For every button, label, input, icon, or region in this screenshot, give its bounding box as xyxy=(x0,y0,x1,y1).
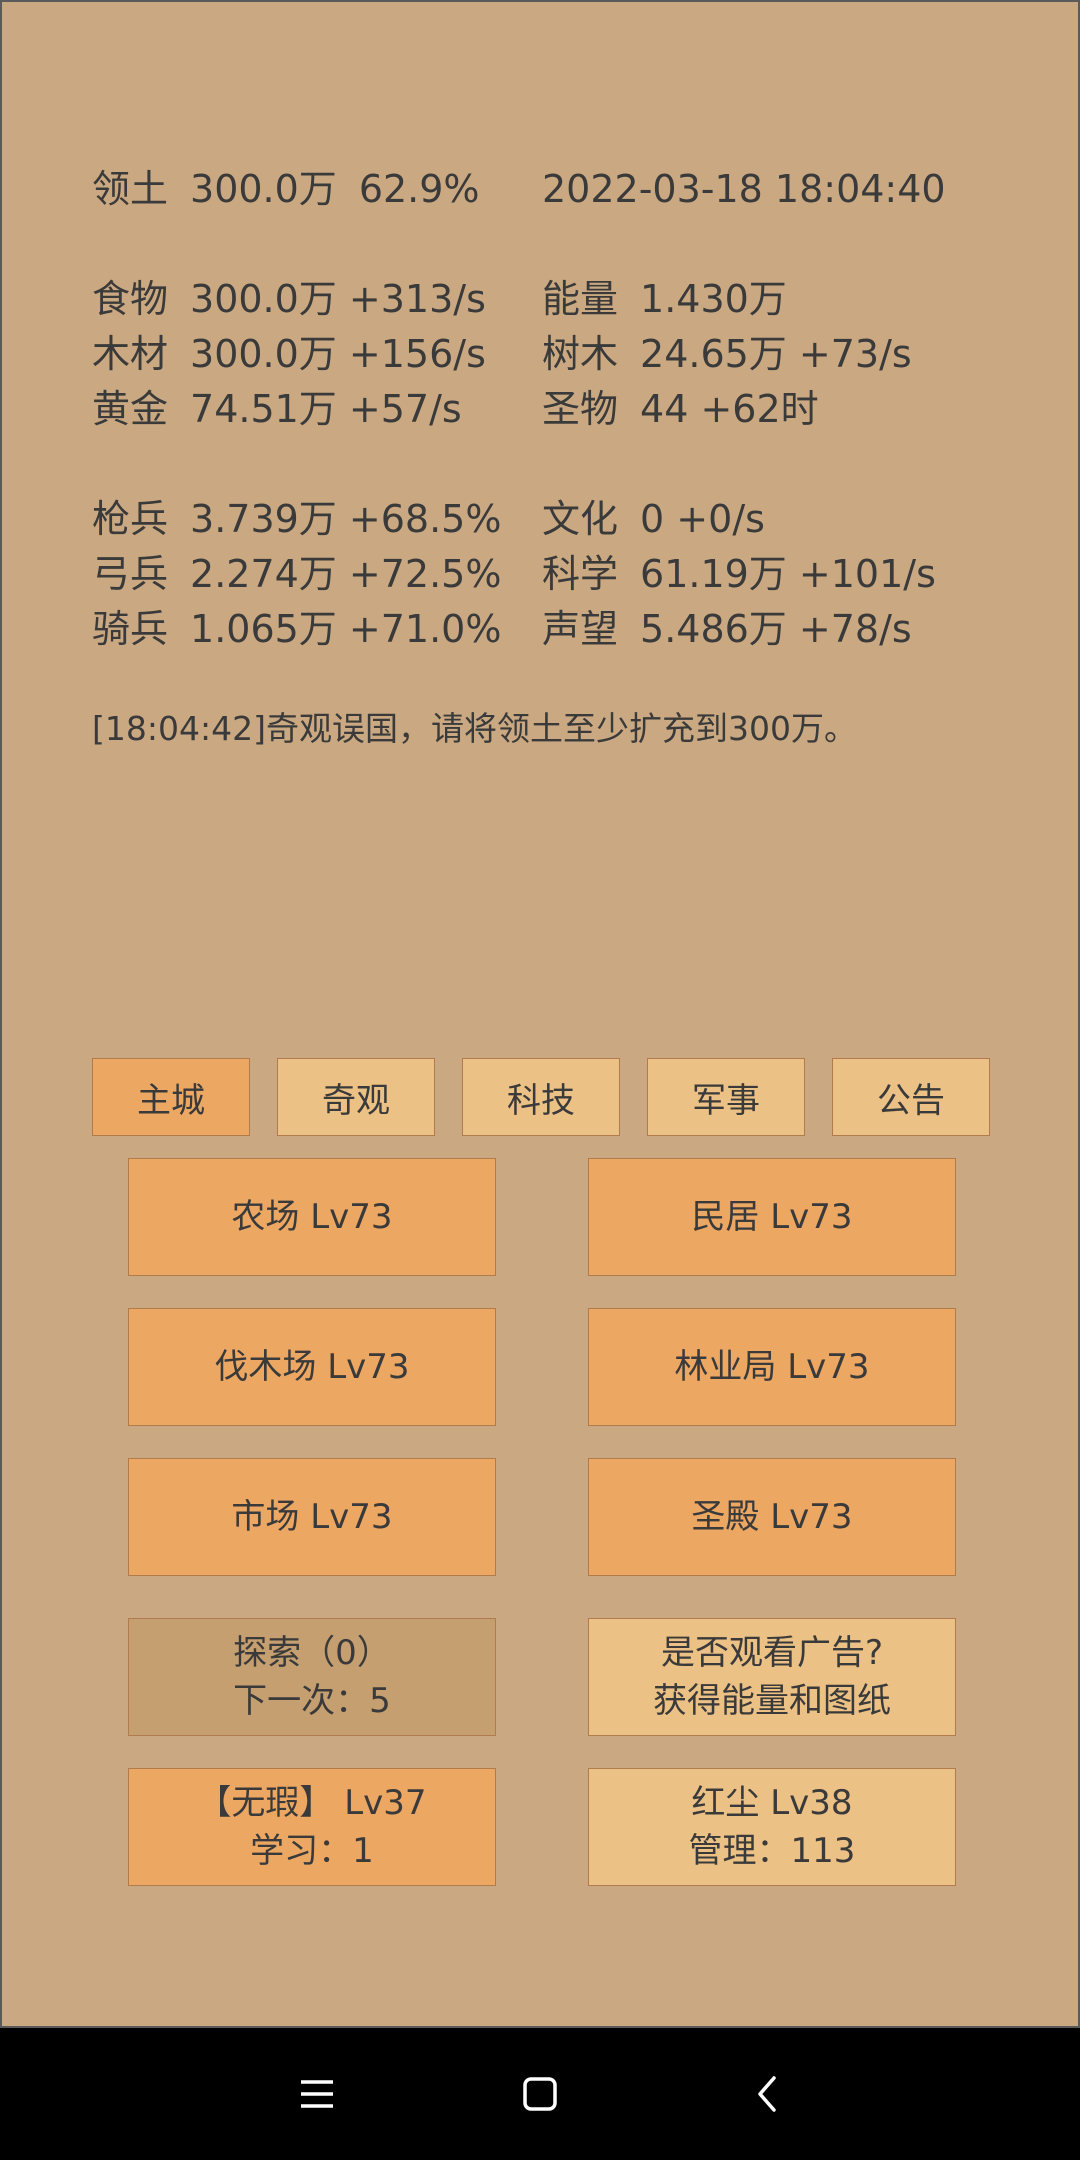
housing-label: 民居 Lv73 xyxy=(691,1197,853,1237)
stat-label: 声望 xyxy=(542,607,619,651)
resource-rate: +57/s xyxy=(348,387,462,431)
resource-value: 300.0万 xyxy=(190,277,337,321)
explore-button[interactable]: 探索（0） 下一次：5 xyxy=(128,1618,496,1736)
market-label: 市场 Lv73 xyxy=(231,1497,393,1537)
ad-reward: 获得能量和图纸 xyxy=(653,1681,891,1721)
menu-icon[interactable] xyxy=(287,2064,347,2124)
tab-announcements[interactable]: 公告 xyxy=(832,1058,990,1136)
tab-wonders[interactable]: 奇观 xyxy=(277,1058,435,1136)
ad-question: 是否观看广告? xyxy=(660,1633,884,1673)
military-label: 枪兵 xyxy=(92,497,169,541)
farm-button[interactable]: 农场 Lv73 xyxy=(128,1158,496,1276)
resource-value: 74.51万 xyxy=(190,387,337,431)
military-archers: 弓兵 2.274万 +72.5% xyxy=(92,549,501,599)
temple-button[interactable]: 圣殿 Lv73 xyxy=(588,1458,956,1576)
farm-label: 农场 Lv73 xyxy=(231,1197,393,1237)
territory-row: 领土 300.0万 62.9% xyxy=(92,164,480,214)
hero-name: 红尘 Lv38 xyxy=(691,1783,853,1823)
stat-label: 科学 xyxy=(542,552,619,596)
tab-main-city[interactable]: 主城 xyxy=(92,1058,250,1136)
system-navbar xyxy=(0,2028,1080,2160)
resource-gold: 黄金 74.51万 +57/s xyxy=(92,384,462,434)
resource-rate: +73/s xyxy=(798,332,912,376)
resource-label: 能量 xyxy=(542,277,619,321)
resource-value: 24.65万 xyxy=(640,332,787,376)
resource-label: 圣物 xyxy=(542,387,619,431)
military-cavalry: 骑兵 1.065万 +71.0% xyxy=(92,604,501,654)
resource-rate: +156/s xyxy=(348,332,486,376)
explore-count: 探索（0） xyxy=(233,1633,391,1673)
resource-label: 黄金 xyxy=(92,387,169,431)
military-label: 骑兵 xyxy=(92,607,169,651)
military-spearmen: 枪兵 3.739万 +68.5% xyxy=(92,494,501,544)
stat-value: 0 xyxy=(640,497,665,541)
back-icon[interactable] xyxy=(738,2064,798,2124)
market-button[interactable]: 市场 Lv73 xyxy=(128,1458,496,1576)
stat-culture: 文化 0 +0/s xyxy=(542,494,765,544)
military-rate: +71.0% xyxy=(348,607,502,651)
resource-food: 食物 300.0万 +313/s xyxy=(92,274,486,324)
military-value: 2.274万 xyxy=(190,552,337,596)
datetime: 2022-03-18 18:04:40 xyxy=(542,167,946,211)
hero-stat: 管理：113 xyxy=(688,1831,856,1871)
resource-label: 树木 xyxy=(542,332,619,376)
resource-rate: +62时 xyxy=(700,387,819,431)
stat-science: 科学 61.19万 +101/s xyxy=(542,549,936,599)
resource-wood: 木材 300.0万 +156/s xyxy=(92,329,486,379)
stat-label: 文化 xyxy=(542,497,619,541)
forestry-bureau-button[interactable]: 林业局 Lv73 xyxy=(588,1308,956,1426)
resource-rate: +313/s xyxy=(348,277,486,321)
lumber-mill-button[interactable]: 伐木场 Lv73 xyxy=(128,1308,496,1426)
stat-rate: +0/s xyxy=(676,497,765,541)
territory-label: 领土 xyxy=(92,167,169,211)
territory-percent: 62.9% xyxy=(358,167,480,211)
military-rate: +68.5% xyxy=(348,497,502,541)
tab-bar: 主城 奇观 科技 军事 公告 xyxy=(92,1058,992,1136)
forestry-bureau-label: 林业局 Lv73 xyxy=(674,1347,870,1387)
home-icon[interactable] xyxy=(510,2064,570,2124)
game-screen: 领土 300.0万 62.9% 2022-03-18 18:04:40 食物 300.… xyxy=(0,0,1080,2028)
tab-technology[interactable]: 科技 xyxy=(462,1058,620,1136)
resource-value: 44 xyxy=(640,387,689,431)
temple-label: 圣殿 Lv73 xyxy=(691,1497,853,1537)
hero-name: 【无瑕】 Lv37 xyxy=(197,1783,427,1823)
resource-label: 木材 xyxy=(92,332,169,376)
resource-energy: 能量 1.430万 xyxy=(542,274,799,324)
resource-value: 1.430万 xyxy=(640,277,787,321)
stat-rate: +101/s xyxy=(798,552,936,596)
stat-value: 61.19万 xyxy=(640,552,787,596)
stat-prestige: 声望 5.486万 +78/s xyxy=(542,604,912,654)
stat-rate: +78/s xyxy=(798,607,912,651)
lumber-mill-label: 伐木场 Lv73 xyxy=(214,1347,410,1387)
watch-ad-button[interactable]: 是否观看广告? 获得能量和图纸 xyxy=(588,1618,956,1736)
hero-stat: 学习：1 xyxy=(250,1831,374,1871)
hero-hongchen-button[interactable]: 红尘 Lv38 管理：113 xyxy=(588,1768,956,1886)
military-value: 3.739万 xyxy=(190,497,337,541)
log-message: [18:04:42]奇观误国，请将领土至少扩充到300万。 xyxy=(92,709,857,748)
resource-label: 食物 xyxy=(92,277,169,321)
tab-military[interactable]: 军事 xyxy=(647,1058,805,1136)
military-label: 弓兵 xyxy=(92,552,169,596)
resource-trees: 树木 24.65万 +73/s xyxy=(542,329,912,379)
stat-value: 5.486万 xyxy=(640,607,787,651)
resource-relics: 圣物 44 +62时 xyxy=(542,384,819,434)
territory-value: 300.0万 xyxy=(190,167,337,211)
housing-button[interactable]: 民居 Lv73 xyxy=(588,1158,956,1276)
military-value: 1.065万 xyxy=(190,607,337,651)
hero-flawless-button[interactable]: 【无瑕】 Lv37 学习：1 xyxy=(128,1768,496,1886)
resource-value: 300.0万 xyxy=(190,332,337,376)
explore-next: 下一次：5 xyxy=(233,1681,391,1721)
military-rate: +72.5% xyxy=(348,552,502,596)
